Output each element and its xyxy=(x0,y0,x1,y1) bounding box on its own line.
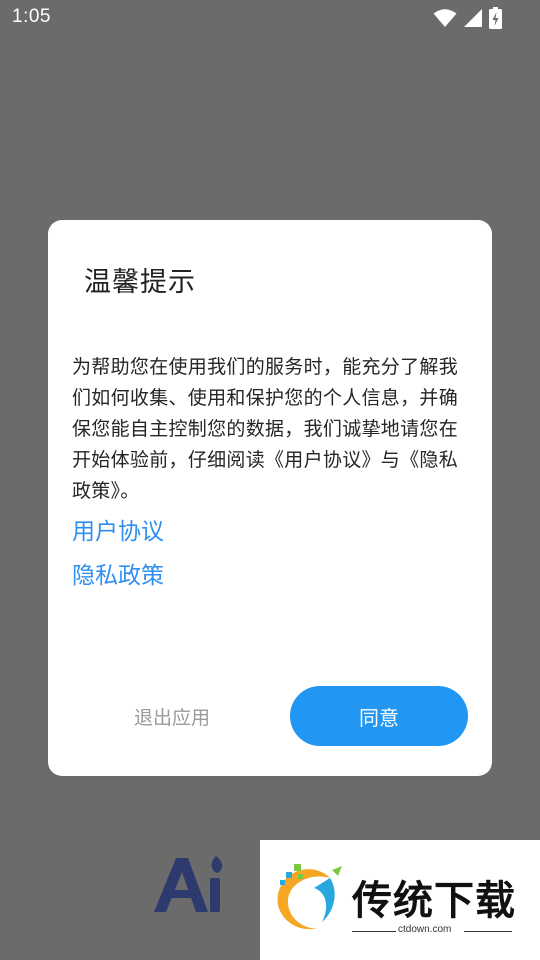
agree-button[interactable]: 同意 xyxy=(290,686,468,746)
dialog-body-text: 为帮助您在使用我们的服务时，能充分了解我们如何收集、使用和保护您的个人信息，并确… xyxy=(72,356,459,502)
signal-icon xyxy=(463,8,483,28)
privacy-policy-link[interactable]: 隐私政策 xyxy=(72,556,164,590)
wifi-icon xyxy=(433,8,457,28)
status-bar: 1:05 xyxy=(0,0,540,36)
privacy-dialog: 温馨提示 为帮助您在使用我们的服务时，能充分了解我们如何收集、使用和保护您的个人… xyxy=(48,220,492,776)
app-logo xyxy=(150,852,234,918)
watermark-logo-icon xyxy=(277,864,342,930)
watermark-divider-left xyxy=(352,931,396,932)
watermark-site: ctdown.com xyxy=(398,924,452,935)
watermark-divider-right xyxy=(464,931,512,932)
battery-charging-icon xyxy=(489,7,502,29)
status-time: 1:05 xyxy=(12,6,51,27)
status-icons xyxy=(433,7,502,29)
watermark-text: 传统下载 xyxy=(352,878,516,924)
user-agreement-link[interactable]: 用户协议 xyxy=(72,512,164,546)
exit-app-button[interactable]: 退出应用 xyxy=(94,686,250,746)
watermark: 传统下载 ctdown.com xyxy=(260,840,540,960)
dialog-title: 温馨提示 xyxy=(84,267,196,298)
